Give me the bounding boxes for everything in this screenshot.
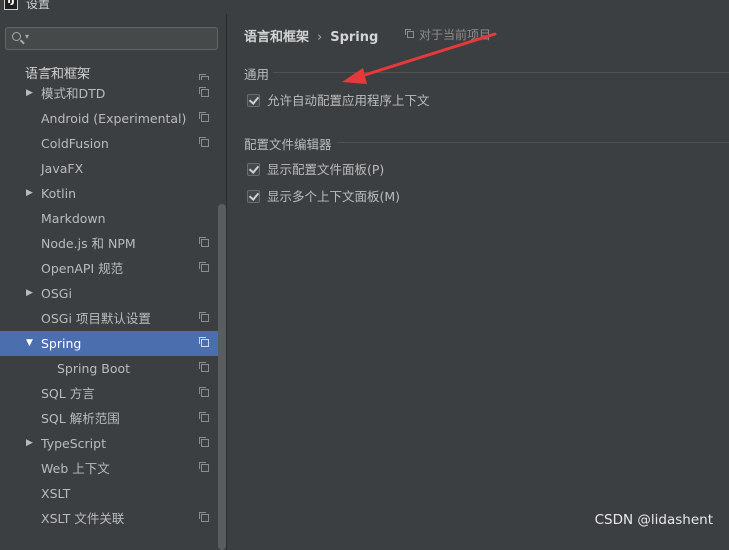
option-label: 显示多个上下文面板(M) [267,189,401,204]
sidebar-item[interactable]: ▶ Kotlin [0,181,226,206]
copy-icon [199,337,209,347]
sidebar-item[interactable]: OSGi 项目默认设置 [0,306,226,331]
sidebar-item-label: SQL 方言 [41,386,95,401]
sidebar-item[interactable]: ▶ TypeScript [0,431,226,456]
chevron-right-icon[interactable]: ▶ [26,181,33,206]
sidebar-item[interactable]: JavaFX [0,156,226,181]
copy-icon [199,462,209,472]
sidebar-item-label: Spring [41,336,82,351]
sidebar-item[interactable]: Markdown [0,206,226,231]
sidebar-item[interactable]: 播放配置 [0,68,226,80]
sidebar-item[interactable]: ColdFusion [0,131,226,156]
sidebar-item[interactable]: OpenAPI 规范 [0,256,226,281]
sidebar-item[interactable]: ▼ Spring [0,331,226,356]
copy-icon [199,137,209,147]
copy-icon [199,362,209,372]
search-icon [12,32,21,41]
copy-icon [199,74,209,80]
sidebar-item[interactable]: Spring Boot [0,356,226,381]
sidebar-item-label: JavaFX [41,161,84,176]
sidebar-item-label: 播放配置 [41,68,91,71]
window-title: 设置 [26,0,51,11]
sidebar-item[interactable]: Node.js 和 NPM [0,231,226,256]
copy-icon [199,412,209,422]
chevron-right-icon[interactable]: ▶ [26,281,33,306]
sidebar-item[interactable]: XSLT [0,481,226,506]
sidebar-item-label: TypeScript [41,436,106,451]
checkbox-checked[interactable] [247,190,260,203]
copy-icon [199,312,209,322]
chevron-right-icon[interactable]: ▶ [26,81,33,106]
group-divider [337,142,729,143]
sidebar-item-label: Spring Boot [57,361,131,376]
copy-icon [199,237,209,247]
sidebar-item-label: Markdown [41,211,106,226]
sidebar-item-label: SQL 解析范围 [41,411,120,426]
checkbox-checked[interactable] [247,163,260,176]
group-title-editor: 配置文件编辑器 [244,137,332,152]
sidebar-item[interactable]: ▶ 模式和DTD [0,81,226,106]
sidebar-item-label: XSLT 文件关联 [41,511,125,526]
copy-icon [199,437,209,447]
sidebar-item[interactable]: Android (Experimental) [0,106,226,131]
sidebar-item[interactable]: SQL 方言 [0,381,226,406]
sidebar-item-label: Node.js 和 NPM [41,236,136,251]
settings-main-panel: 语言和框架 › Spring 对于当前项目 通用 允许自动配置应用程序上下文 配置文… [227,14,729,550]
sidebar-item[interactable]: Web 上下文 [0,456,226,481]
sidebar-item-label: OSGi 项目默认设置 [41,311,151,326]
chevron-right-icon[interactable]: ▶ [26,431,33,456]
copy-icon [199,512,209,522]
red-arrow-annotation [342,32,497,84]
option-label: 显示配置文件面板(P) [267,162,385,177]
watermark: CSDN @lidashent [594,512,713,528]
app-icon: IJ [4,0,18,10]
search-input[interactable]: ▾ [5,27,218,50]
copy-icon [199,262,209,272]
chevron-down-icon[interactable]: ▾ [25,32,29,41]
sidebar-item-label: 模式和DTD [41,86,106,101]
sidebar-item-label: ColdFusion [41,136,109,151]
copy-icon [199,112,209,122]
sidebar-item-label: OpenAPI 规范 [41,261,124,276]
sidebar-item-label: Kotlin [41,186,76,201]
chevron-down-icon[interactable]: ▼ [26,331,33,356]
title-bar: IJ 设置 [0,0,729,14]
sidebar-item-label: XSLT [41,486,71,501]
sidebar-item-label: Web 上下文 [41,461,110,476]
copy-icon [199,387,209,397]
sidebar-item-label: Android (Experimental) [41,111,187,126]
sidebar-item[interactable]: XSLT 文件关联 [0,506,226,531]
sidebar-item-label: OSGi [41,286,72,301]
settings-sidebar: ▾ 语言和框架 播放配置▶模式和DTDAndroid (Experimental… [0,14,227,550]
copy-icon [199,87,209,97]
sidebar-scrollbar[interactable] [218,204,226,550]
sidebar-item[interactable]: SQL 解析范围 [0,406,226,431]
sidebar-item[interactable]: ▶ OSGi [0,281,226,306]
